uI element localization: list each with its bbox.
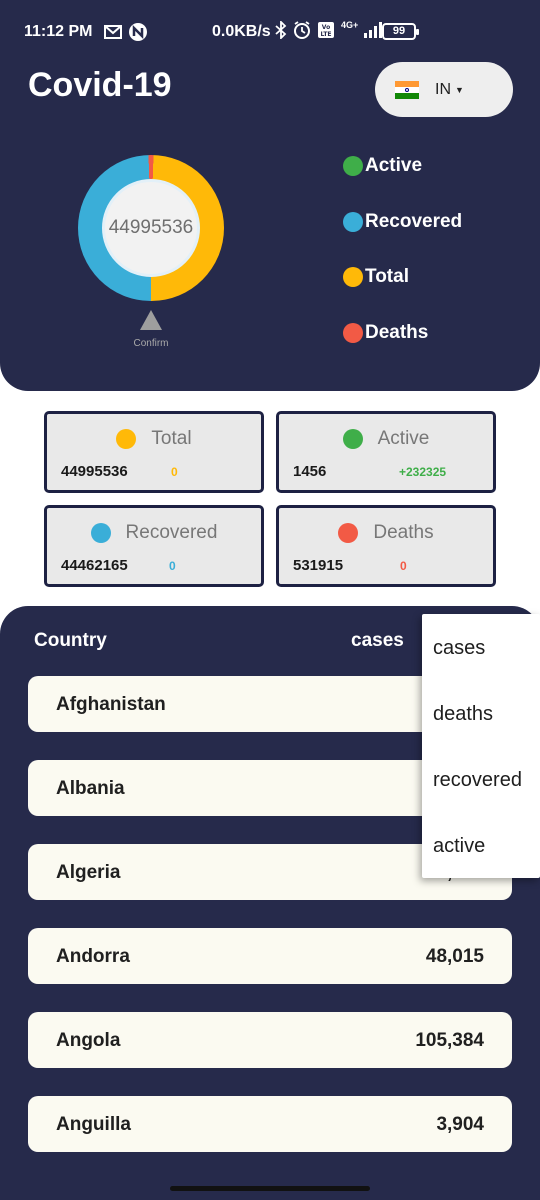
status-icons-left <box>104 22 148 42</box>
dropdown-option-active[interactable]: active <box>433 835 485 858</box>
legend-item-deaths: Deaths <box>343 319 462 347</box>
column-header-country: Country <box>34 630 107 651</box>
active-card-value: 1456 <box>293 463 327 480</box>
dropdown-option-recovered[interactable]: recovered <box>433 769 522 792</box>
column-sort-select[interactable]: cases <box>351 630 404 652</box>
row-country: Andorra <box>56 946 130 967</box>
row-country: Angola <box>56 1030 121 1051</box>
row-value: 105,384 <box>415 1030 484 1051</box>
active-card-delta: +232325 <box>399 465 447 479</box>
total-card: Total 44995536 0 <box>44 411 264 493</box>
legend-dot-active <box>343 156 363 176</box>
donut-center: 44995536 <box>102 179 200 277</box>
row-country: Anguilla <box>56 1114 131 1135</box>
legend-label-active: Active <box>365 155 423 176</box>
deaths-dot-icon <box>338 523 359 543</box>
gmail-icon <box>104 25 122 39</box>
recovered-card-header: Recovered <box>47 522 261 544</box>
header-panel: 11:12 PM 0.0KB/s Vo LTE 4G+ 99 Covid-19 I… <box>0 0 540 391</box>
recovered-card-value: 44462165 <box>61 557 128 574</box>
status-network-speed: 0.0KB/s <box>212 23 271 40</box>
deaths-card-title: Deaths <box>373 522 434 543</box>
legend-label-recovered: Recovered <box>365 210 463 232</box>
deaths-card-delta: 0 <box>400 559 407 573</box>
deaths-card-header: Deaths <box>279 522 493 544</box>
status-bar: 11:12 PM 0.0KB/s Vo LTE 4G+ 99 <box>0 0 540 62</box>
row-country: Afghanistan <box>56 694 166 715</box>
flag-stripe-white <box>395 86 419 93</box>
network-type-label: 4G+ <box>341 20 359 30</box>
legend-item-active: Active <box>343 152 462 180</box>
row-country: Algeria <box>56 862 121 883</box>
confirm-pointer-icon <box>140 310 162 330</box>
total-dot-icon <box>116 429 137 449</box>
active-dot-icon <box>342 429 363 449</box>
recovered-card-delta: 0 <box>169 559 176 573</box>
list-item[interactable]: Andorra 48,015 <box>28 928 512 984</box>
deaths-card: Deaths 531915 0 <box>276 505 496 587</box>
india-flag-icon <box>395 80 419 99</box>
active-card: Active 1456 +232325 <box>276 411 496 493</box>
country-code: IN <box>435 80 451 98</box>
legend-label-total: Total <box>365 266 409 287</box>
donut-center-value: 44995536 <box>108 217 194 238</box>
country-select[interactable]: IN ▼ <box>375 62 513 117</box>
legend-dot-total <box>343 267 363 287</box>
home-indicator[interactable] <box>170 1186 370 1191</box>
bluetooth-icon <box>275 21 287 39</box>
total-card-header: Total <box>47 428 261 450</box>
list-item[interactable]: Anguilla 3,904 <box>28 1096 512 1152</box>
svg-text:LTE: LTE <box>320 31 331 38</box>
legend-label-deaths: Deaths <box>365 321 429 343</box>
total-card-title: Total <box>151 428 192 449</box>
flag-stripe-green <box>395 92 419 99</box>
active-card-header: Active <box>279 428 493 450</box>
row-country: Albania <box>56 778 125 799</box>
sort-dropdown-menu: cases deaths recovered active <box>422 614 540 878</box>
recovered-card-title: Recovered <box>125 522 218 543</box>
alarm-icon <box>294 21 310 39</box>
cases-donut-chart: 44995536 <box>78 155 224 301</box>
total-card-value: 44995536 <box>61 463 128 480</box>
svg-text:Vo: Vo <box>322 24 330 31</box>
chart-legend: Active Recovered Total Deaths <box>343 152 462 374</box>
confirm-label: Confirm <box>133 338 169 349</box>
active-card-title: Active <box>377 428 430 449</box>
recovered-card: Recovered 44462165 0 <box>44 505 264 587</box>
dropdown-option-cases[interactable]: cases <box>433 637 485 660</box>
legend-item-recovered: Recovered <box>343 208 462 236</box>
legend-dot-deaths <box>343 322 363 343</box>
status-time: 11:12 PM <box>24 23 93 40</box>
legend-dot-recovered <box>343 211 363 232</box>
notification-app-icon <box>129 23 147 41</box>
total-card-delta: 0 <box>171 465 178 479</box>
deaths-card-value: 531915 <box>293 557 344 574</box>
row-value: 3,904 <box>436 1114 484 1135</box>
status-icons-right: Vo LTE 4G+ <box>275 20 384 39</box>
row-value: 48,015 <box>425 946 484 967</box>
dropdown-option-deaths[interactable]: deaths <box>433 703 493 726</box>
legend-item-total: Total <box>343 263 462 291</box>
app-title: Covid-19 <box>28 66 172 104</box>
volte-icon: VoLTE <box>318 22 334 38</box>
list-item[interactable]: Angola 105,384 <box>28 1012 512 1068</box>
battery-icon: 99 <box>382 23 419 40</box>
recovered-dot-icon <box>90 523 111 543</box>
caret-down-icon: ▼ <box>455 84 464 95</box>
